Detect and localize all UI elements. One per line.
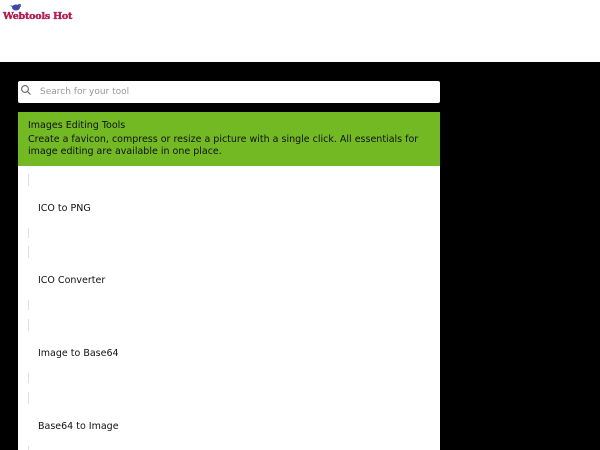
tool-divider	[28, 246, 29, 258]
logo-text: Webtools Hot	[3, 11, 73, 22]
category-card: Images Editing Tools Create a favicon, c…	[18, 112, 440, 450]
tool-item-ico-to-png[interactable]: ICO to PNG	[18, 166, 440, 238]
tool-divider	[28, 373, 29, 383]
tool-item-image-to-base64[interactable]: Image to Base64	[18, 311, 440, 383]
top-header: Webtools Hot	[0, 0, 600, 62]
tool-link[interactable]: Base64 to Image	[38, 421, 119, 432]
search-bar[interactable]	[18, 81, 440, 103]
tool-item-ico-converter[interactable]: ICO Converter	[18, 238, 440, 310]
search-icon	[21, 85, 31, 95]
tool-divider	[28, 392, 29, 404]
tool-divider	[28, 300, 29, 310]
tool-item-base64-to-image[interactable]: Base64 to Image	[18, 384, 440, 450]
tool-divider	[28, 174, 29, 186]
category-description: Create a favicon, compress or resize a p…	[28, 134, 419, 157]
tool-link[interactable]: ICO Converter	[38, 275, 105, 286]
main-content: Images Editing Tools Create a favicon, c…	[0, 62, 600, 450]
site-logo[interactable]: Webtools Hot	[3, 3, 73, 25]
tool-divider	[28, 319, 29, 331]
category-title: Images Editing Tools	[28, 120, 126, 131]
tool-divider	[28, 446, 29, 450]
tool-divider	[28, 228, 29, 238]
logo-bird-icon	[10, 3, 22, 11]
search-input[interactable]	[40, 83, 430, 101]
tool-link[interactable]: ICO to PNG	[38, 203, 91, 214]
tool-link[interactable]: Image to Base64	[38, 348, 119, 359]
category-header: Images Editing Tools Create a favicon, c…	[18, 112, 440, 166]
